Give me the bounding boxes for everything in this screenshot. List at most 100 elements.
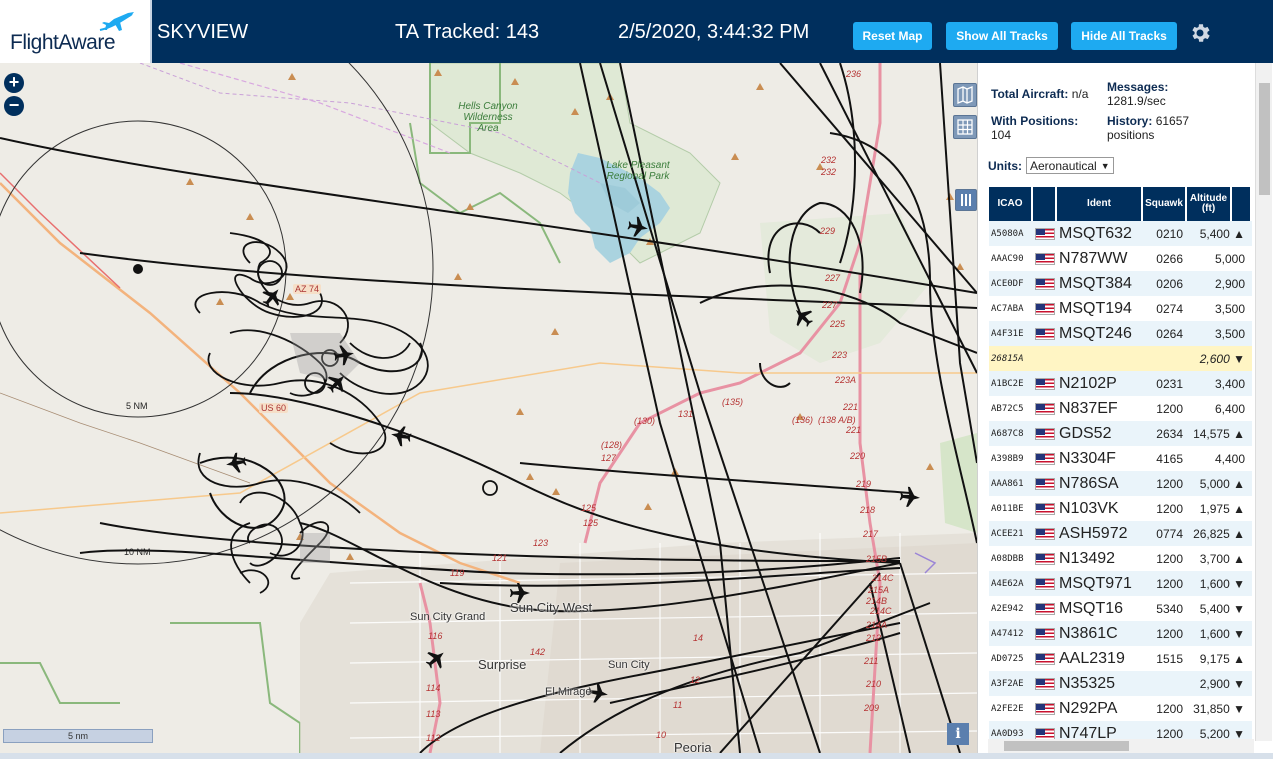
squawk-cell: 5340 [1156,601,1183,616]
hide-all-tracks-button[interactable]: Hide All Tracks [1071,22,1177,50]
squawk-cell: 1200 [1156,726,1183,740]
mile-marker: 236 [846,69,862,79]
mile-marker: 223A [835,375,857,385]
table-row[interactable]: AD0725 AAL2319 1515 9,175 ▲ [989,646,1252,671]
aircraft-icon[interactable] [788,302,818,332]
altitude-cell: 2,900 [1214,276,1245,291]
table-row[interactable]: AA0D93 N747LP 1200 5,200 ▼ [989,721,1252,739]
altitude-cell: 14,575 ▲ [1193,426,1245,441]
table-row[interactable]: AC7ABA MSQT194 0274 3,500 [989,296,1252,321]
city-label: El Mirage [545,686,592,698]
table-row[interactable]: A4E62A MSQT971 1200 1,600 ▼ [989,571,1252,596]
mile-marker: 116 [428,631,443,641]
table-row[interactable]: A398B9 N3304F 4165 4,400 [989,446,1252,471]
total-aircraft-label: Total Aircraft: [991,87,1069,101]
flight-map[interactable]: Hells Canyon Wilderness Area Lake Pleasa… [0,63,977,753]
col-header-flag[interactable] [1033,187,1057,221]
table-row[interactable]: AAAC90 N787WW 0266 5,000 [989,246,1252,271]
mile-marker: 229 [820,226,836,236]
icao-cell: A3F2AE [991,678,1024,689]
mile-marker: 218 [860,505,876,515]
mile-marker: 14 [693,633,704,643]
aircraft-icon[interactable] [626,215,650,239]
aircraft-icon[interactable] [389,424,413,448]
icao-cell: ACE0DF [991,278,1024,289]
mile-marker: 232 [821,155,837,165]
aircraft-icon[interactable] [257,282,287,312]
us-flag-icon [1035,602,1055,615]
us-flag-icon [1035,227,1055,240]
show-all-tracks-button[interactable]: Show All Tracks [946,22,1058,50]
layers-button[interactable] [953,83,977,107]
squawk-cell: 1200 [1156,626,1183,641]
altitude-cell: 3,500 [1214,301,1245,316]
zoom-in-button[interactable]: + [4,73,24,93]
flag-cell [1033,502,1057,515]
table-row[interactable]: A1BC2E N2102P 0231 3,400 [989,371,1252,396]
icao-cell: A011BE [991,503,1024,514]
mile-marker: 223 [832,350,848,360]
aircraft-icon[interactable] [899,486,921,508]
squawk-cell: 1200 [1156,701,1183,716]
flag-cell [1033,677,1057,690]
table-row[interactable]: AAA861 N786SA 1200 5,000 ▲ [989,471,1252,496]
columns-toggle-button[interactable] [955,189,977,211]
col-header-altitude[interactable]: Altitude (ft) [1187,187,1232,221]
vertical-scroll-thumb[interactable] [1259,83,1270,195]
gear-icon[interactable] [1188,21,1212,45]
table-row[interactable]: A2E942 MSQT16 5340 5,400 ▼ [989,596,1252,621]
aircraft-icon[interactable] [224,451,248,475]
table-row[interactable]: A5080A MSQT632 0210 5,400 ▲ [989,221,1252,246]
header-bar: FlightAware SKYVIEW TA Tracked: 143 2/5/… [0,0,1273,63]
altitude-cell: 1,975 ▲ [1199,501,1245,516]
horizontal-scrollbar[interactable] [988,739,1254,753]
reset-map-button[interactable]: Reset Map [853,22,932,50]
aircraft-icon[interactable] [332,343,356,367]
squawk-cell: 1200 [1156,476,1183,491]
col-header-squawk[interactable]: Squawk [1143,187,1187,221]
bottom-strip [0,753,1273,759]
zoom-out-button[interactable]: − [4,96,24,116]
table-row[interactable]: 26815A 2,600 ▼ [989,346,1252,371]
mile-marker: 209 [864,703,880,713]
icao-cell: AAA861 [991,478,1024,489]
aircraft-icon[interactable] [322,368,352,398]
units-select[interactable]: Aeronautical ▼ [1026,157,1114,174]
us-flag-icon [1035,302,1055,315]
flag-cell [1033,727,1057,739]
table-row[interactable]: A08DBB N13492 1200 3,700 ▲ [989,546,1252,571]
table-row[interactable]: ACEE21 ASH5972 0774 26,825 ▲ [989,521,1252,546]
altitude-cell: 1,600 ▼ [1199,576,1245,591]
table-row[interactable]: A011BE N103VK 1200 1,975 ▲ [989,496,1252,521]
city-label: Peoria [674,740,712,753]
flightaware-logo[interactable]: FlightAware [0,0,152,63]
squawk-cell: 1200 [1156,401,1183,416]
us-flag-icon [1035,552,1055,565]
mile-marker: 232 [821,167,837,177]
mile-marker: (128) [601,440,623,450]
table-row[interactable]: A47412 N3861C 1200 1,600 ▼ [989,621,1252,646]
table-row[interactable]: AB72C5 N837EF 1200 6,400 [989,396,1252,421]
table-row[interactable]: A4F31E MSQT246 0264 3,500 [989,321,1252,346]
col-header-icao[interactable]: ICAO [989,187,1033,221]
us-flag-icon [1035,277,1055,290]
total-aircraft-stat: Total Aircraft: n/a [991,87,1088,101]
table-row[interactable]: A3F2AE N35325 2,900 ▼ [989,671,1252,696]
table-row[interactable]: ACE0DF MSQT384 0206 2,900 [989,271,1252,296]
table-row[interactable]: A2FE2E N292PA 1200 31,850 ▼ [989,696,1252,721]
table-row[interactable]: A687C8 GDS52 2634 14,575 ▲ [989,421,1252,446]
icao-cell: AA0D93 [991,728,1024,739]
info-button[interactable]: i [947,723,969,745]
altitude-cell: 5,200 ▼ [1199,726,1245,740]
col-header-ident[interactable]: Ident [1057,187,1143,221]
flag-cell [1033,327,1057,340]
horizontal-scroll-thumb[interactable] [1004,741,1129,751]
grid-button[interactable] [953,115,977,139]
mile-marker: 11 [673,700,683,710]
aircraft-icon[interactable] [421,644,451,674]
col-header-extra[interactable] [1232,187,1252,221]
ident-cell: N3861C [1059,624,1118,642]
squawk-cell: 1200 [1156,551,1183,566]
vertical-scrollbar[interactable] [1255,63,1272,741]
skyview-app: FlightAware SKYVIEW TA Tracked: 143 2/5/… [0,0,1273,759]
